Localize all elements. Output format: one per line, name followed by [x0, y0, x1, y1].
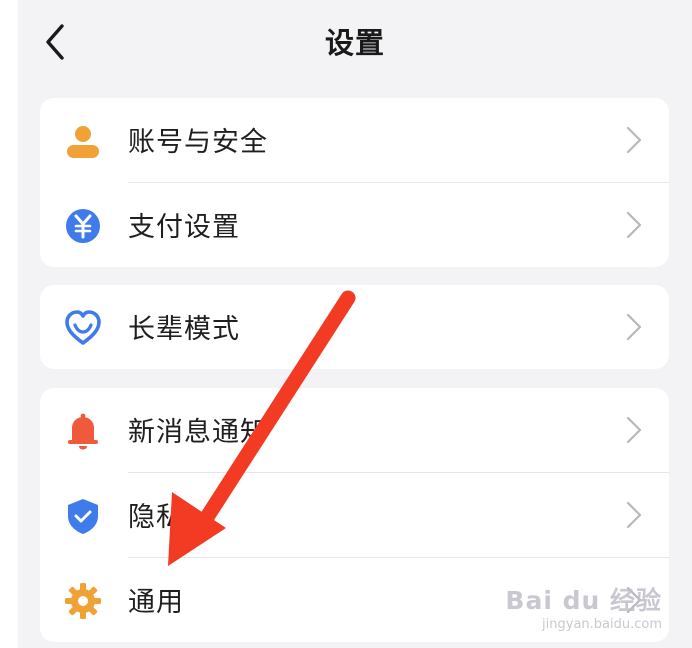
- yuan-coin-icon: [66, 209, 100, 243]
- settings-item-notifications[interactable]: 新消息通知: [40, 388, 669, 472]
- header: 设置: [18, 0, 692, 84]
- chevron-right-icon: [626, 501, 642, 529]
- chevron-right-icon: [626, 126, 642, 154]
- settings-item-label: 通用: [128, 587, 184, 618]
- bell-icon: [68, 413, 98, 450]
- page-title: 设置: [324, 26, 385, 60]
- settings-item-label: 新消息通知: [128, 417, 268, 448]
- settings-item-privacy[interactable]: 隐私: [40, 473, 669, 557]
- settings-item-label: 隐私: [128, 502, 184, 533]
- settings-group-elder: 长辈模式: [40, 285, 669, 369]
- shield-icon: [68, 499, 98, 534]
- chevron-right-icon: [626, 313, 642, 341]
- settings-group-account: 账号与安全 支付设置: [40, 98, 669, 267]
- gear-icon: [65, 583, 101, 619]
- settings-item-payment[interactable]: 支付设置: [40, 183, 669, 267]
- person-icon: [67, 126, 99, 158]
- settings-item-label: 账号与安全: [128, 127, 268, 158]
- settings-item-label: 支付设置: [128, 212, 240, 243]
- settings-item-label: 长辈模式: [128, 314, 240, 345]
- settings-item-elder-mode[interactable]: 长辈模式: [40, 285, 669, 369]
- chevron-right-icon: [626, 211, 642, 239]
- watermark-url: jingyan.baidu.com: [542, 617, 662, 632]
- chevron-right-icon: [626, 416, 642, 444]
- watermark: Bai du 经验 jingyan.baidu.com: [505, 581, 662, 632]
- watermark-logo: Bai du 经验: [505, 586, 662, 615]
- settings-item-account-security[interactable]: 账号与安全: [40, 98, 669, 182]
- heart-icon: [65, 310, 101, 345]
- settings-screen: 设置 账号与安全 支付设置 长辈模式 新消息通知 隐私 通用: [18, 0, 692, 648]
